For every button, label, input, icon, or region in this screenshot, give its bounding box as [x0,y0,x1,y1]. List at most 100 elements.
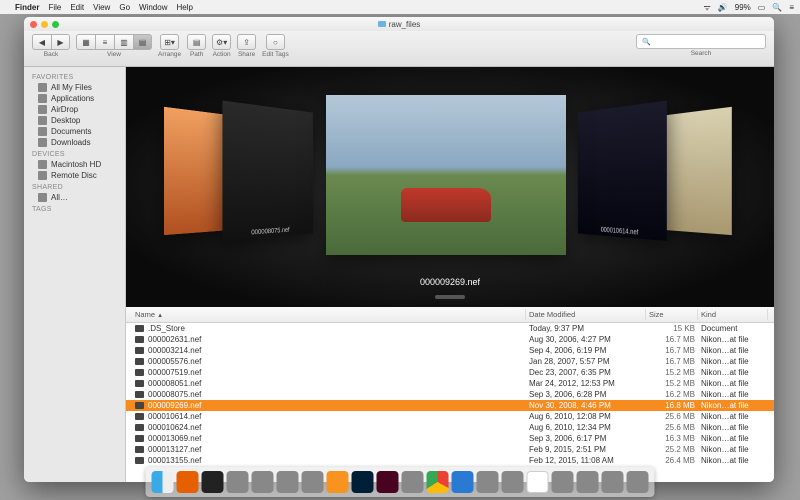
app-name[interactable]: Finder [15,3,39,12]
dock-chrome[interactable] [427,471,449,493]
sort-arrow-icon: ▲ [157,313,163,319]
file-kind: Document [698,324,768,333]
search-label: Search [691,50,712,57]
menu-go[interactable]: Go [119,3,130,12]
dock-illustrator[interactable] [327,471,349,493]
dock-firefox[interactable] [177,471,199,493]
file-name: 000008051.nef [148,379,201,388]
coverflow-center[interactable] [326,95,566,255]
file-size: 25.2 MB [646,445,698,454]
table-row[interactable]: 000013155.nefFeb 12, 2015, 11:08 AM26.4 … [126,455,774,466]
action-button[interactable]: ⚙▾ [212,34,231,50]
file-name: .DS_Store [148,324,185,333]
table-row[interactable]: .DS_StoreToday, 9:37 PM15 KBDocument [126,323,774,334]
menu-view[interactable]: View [93,3,110,12]
dock-app[interactable] [252,471,274,493]
table-row[interactable]: 000007519.nefDec 23, 2007, 6:35 PM15.2 M… [126,367,774,378]
dock-calendar[interactable] [527,471,549,493]
table-row[interactable]: 000013127.nefFeb 9, 2015, 2:51 PM25.2 MB… [126,444,774,455]
volume-icon[interactable]: 🔊 [718,3,728,12]
sidebar-item-remote-disc[interactable]: Remote Disc [24,170,125,181]
arrange-button[interactable]: ⊞▾ [160,34,179,50]
table-row[interactable]: 000003214.nefSep 4, 2006, 6:19 PM16.7 MB… [126,345,774,356]
battery-percent[interactable]: 99% [735,3,751,12]
file-name: 000010624.nef [148,423,201,432]
path-button[interactable]: ▤ [187,34,206,50]
table-row[interactable]: 000010624.nefAug 6, 2010, 12:34 PM25.6 M… [126,422,774,433]
sidebar-item-desktop[interactable]: Desktop [24,115,125,126]
sidebar-item-downloads[interactable]: Downloads [24,137,125,148]
dock-app[interactable] [277,471,299,493]
edit-tags-button[interactable]: ○ [266,34,285,50]
coverflow-item[interactable]: 000010614.nef [578,101,667,242]
notification-icon[interactable]: ≡ [789,3,794,12]
sidebar-item-all-my-files[interactable]: All My Files [24,82,125,93]
sidebar-item-applications[interactable]: Applications [24,93,125,104]
path-label: Path [190,51,203,58]
menu-window[interactable]: Window [139,3,167,12]
table-row[interactable]: 000008075.nefSep 3, 2006, 6:28 PM16.2 MB… [126,389,774,400]
network-icon [38,193,47,202]
col-name[interactable]: Name ▲ [132,309,526,320]
file-size: 26.4 MB [646,456,698,465]
table-row[interactable]: 000002631.nefAug 30, 2006, 4:27 PM16.7 M… [126,334,774,345]
menu-file[interactable]: File [48,3,61,12]
forward-button[interactable]: ▶ [51,34,70,50]
table-row[interactable]: 000010614.nefAug 6, 2010, 12:08 PM25.6 M… [126,411,774,422]
file-icon [135,457,144,464]
col-date[interactable]: Date Modified [526,309,646,320]
titlebar[interactable]: raw_files [24,17,774,31]
table-row[interactable]: 000005576.nefJan 28, 2007, 5:57 PM16.7 M… [126,356,774,367]
sidebar-item-airdrop[interactable]: AirDrop [24,104,125,115]
view-coverflow-button[interactable]: ▤ [133,34,152,50]
dock-app[interactable] [577,471,599,493]
dock-app[interactable] [477,471,499,493]
file-icon [135,402,144,409]
sidebar-item-all-shared[interactable]: All… [24,192,125,203]
dock-trash[interactable] [627,471,649,493]
coverflow-resize-handle[interactable] [435,295,465,299]
wifi-icon[interactable]: ᯤ [704,2,711,13]
dock-app[interactable] [402,471,424,493]
share-button[interactable]: ⇪ [237,34,256,50]
close-button[interactable] [30,21,37,28]
menu-edit[interactable]: Edit [70,3,84,12]
dock-photoshop[interactable] [352,471,374,493]
dock-indesign[interactable] [377,471,399,493]
sidebar-item-macintosh-hd[interactable]: Macintosh HD [24,159,125,170]
dock-app[interactable] [502,471,524,493]
file-date: Dec 23, 2007, 6:35 PM [526,368,646,377]
minimize-button[interactable] [41,21,48,28]
spotlight-icon[interactable]: 🔍 [772,3,782,12]
dock-terminal[interactable] [202,471,224,493]
file-date: Feb 9, 2015, 2:51 PM [526,445,646,454]
coverflow-item[interactable]: 000008075.nef [222,101,312,242]
menu-help[interactable]: Help [176,3,192,12]
finder-window: raw_files ◀ ▶ Back ▦ ≡ ▥ ▤ View ⊞▾ Arran… [24,17,774,482]
table-row[interactable]: 000009269.nefNov 30, 2008, 4:46 PM16.8 M… [126,400,774,411]
view-list-button[interactable]: ≡ [95,34,114,50]
back-button[interactable]: ◀ [32,34,51,50]
file-kind: Nikon…at file [698,357,768,366]
file-size: 15.2 MB [646,368,698,377]
coverflow-view[interactable]: 000008075.nef 000010614.nef 000009269.ne… [126,67,774,307]
search-input[interactable]: 🔍 [636,34,766,49]
dock-app[interactable] [552,471,574,493]
file-icon [135,413,144,420]
table-row[interactable]: 000008051.nefMar 24, 2012, 12:53 PM15.2 … [126,378,774,389]
file-icon [135,424,144,431]
zoom-button[interactable] [52,21,59,28]
view-column-button[interactable]: ▥ [114,34,133,50]
col-kind[interactable]: Kind [698,309,768,320]
file-kind: Nikon…at file [698,401,768,410]
dock-mail[interactable] [452,471,474,493]
sidebar-item-documents[interactable]: Documents [24,126,125,137]
dock-app[interactable] [302,471,324,493]
dock-app[interactable] [227,471,249,493]
view-icon-button[interactable]: ▦ [76,34,95,50]
dock-app[interactable] [602,471,624,493]
dock-finder[interactable] [152,471,174,493]
col-size[interactable]: Size [646,309,698,320]
share-label: Share [238,51,255,58]
table-row[interactable]: 000013069.nefSep 3, 2006, 6:17 PM16.3 MB… [126,433,774,444]
